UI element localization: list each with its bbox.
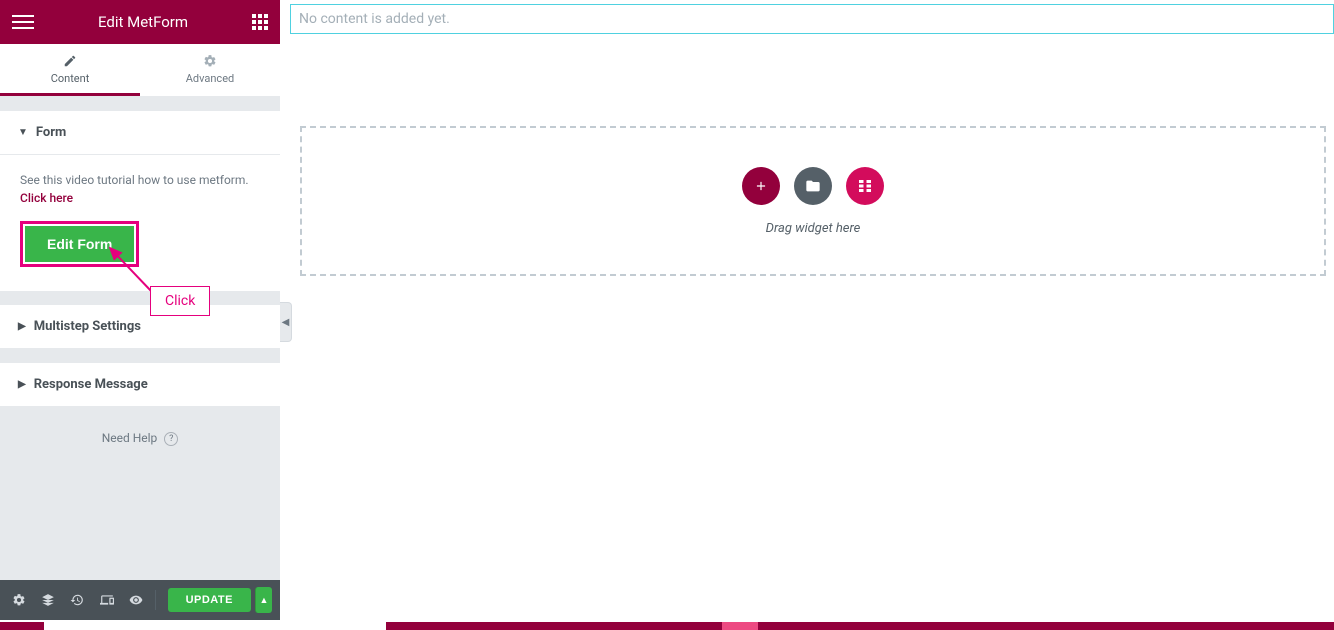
elementskit-button[interactable] <box>846 167 884 205</box>
history-icon[interactable] <box>67 586 88 614</box>
plus-icon <box>754 179 768 193</box>
tab-advanced[interactable]: Advanced <box>140 44 280 96</box>
tab-content[interactable]: Content <box>0 44 140 96</box>
footer-stripe <box>0 622 1334 630</box>
update-dropdown[interactable]: ▲ <box>255 587 272 613</box>
update-button[interactable]: UPDATE <box>168 588 251 612</box>
preview-icon[interactable] <box>125 586 146 614</box>
menu-icon[interactable] <box>12 15 34 29</box>
elementskit-icon <box>856 177 874 195</box>
gear-icon <box>203 54 217 68</box>
help-label: Need Help <box>102 431 158 445</box>
canvas: No content is added yet. Drag widget her… <box>290 4 1334 630</box>
help-icon[interactable]: ? <box>164 432 178 446</box>
section-multistep-header[interactable]: ▶ Multistep Settings <box>0 305 280 349</box>
sidebar: Edit MetForm Content Advanced ▼ Form See… <box>0 0 280 620</box>
section-response-header[interactable]: ▶ Response Message <box>0 363 280 407</box>
no-content-notice: No content is added yet. <box>290 4 1334 34</box>
separator <box>155 590 156 610</box>
navigator-icon[interactable] <box>37 586 58 614</box>
drag-widget-text: Drag widget here <box>766 221 861 236</box>
section-multistep-title: Multistep Settings <box>34 319 141 334</box>
tutorial-link[interactable]: Click here <box>20 191 73 205</box>
bottom-bar: UPDATE ▲ <box>0 580 280 620</box>
template-library-button[interactable] <box>794 167 832 205</box>
section-response-title: Response Message <box>34 377 148 392</box>
settings-icon[interactable] <box>8 586 29 614</box>
sidebar-header: Edit MetForm <box>0 0 280 44</box>
tab-advanced-label: Advanced <box>186 72 234 85</box>
panel-title: Edit MetForm <box>98 13 188 31</box>
pencil-icon <box>63 54 77 68</box>
zone-buttons <box>742 167 884 205</box>
section-form-title: Form <box>36 125 66 140</box>
tutorial-text: See this video tutorial how to use metfo… <box>20 171 260 207</box>
help-section: Need Help ? <box>0 407 280 470</box>
section-form-header[interactable]: ▼ Form <box>0 111 280 155</box>
caret-down-icon: ▼ <box>18 127 28 138</box>
caret-right-icon: ▶ <box>18 379 26 390</box>
widgets-grid-icon[interactable] <box>252 14 268 30</box>
folder-icon <box>805 178 821 194</box>
add-section-button[interactable] <box>742 167 780 205</box>
responsive-icon[interactable] <box>96 586 117 614</box>
edit-form-highlight: Edit Form <box>20 221 139 267</box>
drop-zone[interactable]: Drag widget here <box>300 126 1326 276</box>
section-form-body: See this video tutorial how to use metfo… <box>0 155 280 291</box>
tabs: Content Advanced <box>0 44 280 97</box>
tab-content-label: Content <box>51 72 90 85</box>
edit-form-button[interactable]: Edit Form <box>25 226 134 262</box>
caret-right-icon: ▶ <box>18 321 26 332</box>
